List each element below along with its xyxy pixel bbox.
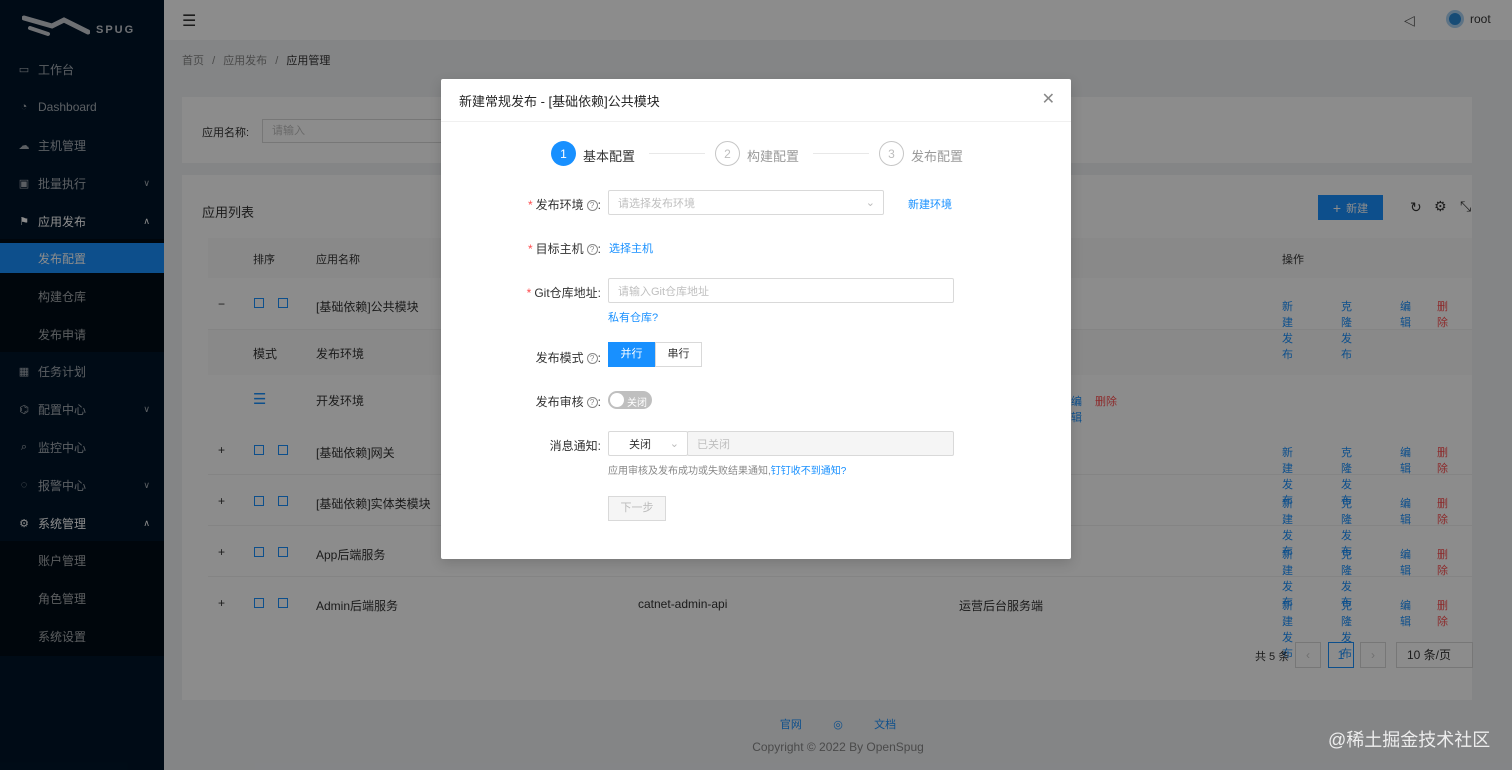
step-1-circle: 1 xyxy=(551,141,576,166)
env-select-placeholder: 请选择发布环境 xyxy=(618,197,695,210)
mode-parallel-radio[interactable]: 并行 xyxy=(608,342,655,367)
mode-serial-radio[interactable]: 串行 xyxy=(655,342,702,367)
step-2-circle: 2 xyxy=(715,141,740,166)
host-label: * 目标主机?: xyxy=(527,242,601,256)
close-icon[interactable]: ✕ xyxy=(1042,92,1055,108)
git-repo-input[interactable]: 请输入Git仓库地址 xyxy=(608,278,954,303)
review-label: 发布审核?: xyxy=(535,395,601,409)
chevron-down-icon: ⌄ xyxy=(865,197,875,209)
chevron-down-icon: ⌄ xyxy=(669,438,679,450)
new-publish-modal: 新建常规发布 - [基础依赖]公共模块 ✕ 1 基本配置 2 构建配置 3 发布… xyxy=(441,79,1071,559)
step-connector xyxy=(649,153,705,154)
notify-webhook-input[interactable]: 已关闭 xyxy=(687,431,954,456)
modal-title: 新建常规发布 - [基础依赖]公共模块 xyxy=(441,79,1071,122)
git-label: * Git仓库地址: xyxy=(526,286,601,300)
step-1-label: 基本配置 xyxy=(583,149,636,164)
required-mark: * xyxy=(527,242,533,256)
env-select[interactable]: 请选择发布环境 ⌄ xyxy=(608,190,884,215)
step-3-circle: 3 xyxy=(879,141,904,166)
git-label-text: Git仓库地址 xyxy=(534,286,598,300)
select-host-link[interactable]: 选择主机 xyxy=(609,240,653,256)
step-3-label: 发布配置 xyxy=(911,149,964,164)
help-icon[interactable]: ? xyxy=(586,353,598,365)
git-repo-placeholder: 请输入Git仓库地址 xyxy=(618,285,710,298)
next-button[interactable]: 下一步 xyxy=(608,496,666,521)
private-repo-link[interactable]: 私有仓库? xyxy=(608,309,658,325)
notify-type-select[interactable]: 关闭 ⌄ xyxy=(608,431,688,456)
required-mark: * xyxy=(526,286,532,300)
new-env-link[interactable]: 新建环境 xyxy=(908,196,952,212)
help-icon[interactable]: ? xyxy=(586,397,598,409)
required-mark: * xyxy=(527,198,533,212)
step-connector xyxy=(813,153,869,154)
notify-help-text: 应用审核及发布成功或失败结果通知,钉钉收不到通知? xyxy=(608,462,846,477)
dingtalk-help-link[interactable]: 钉钉收不到通知? xyxy=(771,466,847,477)
review-toggle[interactable]: 关闭 xyxy=(608,391,652,409)
help-icon[interactable]: ? xyxy=(586,244,598,256)
notify-help-label: 应用审核及发布成功或失败结果通知, xyxy=(608,466,771,477)
notify-type-value: 关闭 xyxy=(629,438,651,451)
toggle-knob xyxy=(610,393,624,407)
notify-webhook-placeholder: 已关闭 xyxy=(697,438,730,451)
mode-label-text: 发布模式 xyxy=(535,351,584,365)
env-label: * 发布环境?: xyxy=(527,198,601,212)
host-label-text: 目标主机 xyxy=(535,242,584,256)
help-icon[interactable]: ? xyxy=(586,200,598,212)
modal-title-text: 新建常规发布 - [基础依赖]公共模块 xyxy=(459,93,660,109)
notify-label: 消息通知: xyxy=(549,439,601,453)
mode-label: 发布模式?: xyxy=(535,351,601,365)
env-label-text: 发布环境 xyxy=(535,198,584,212)
review-label-text: 发布审核 xyxy=(535,395,584,409)
step-2-label: 构建配置 xyxy=(747,149,800,164)
watermark: @稀土掘金技术社区 xyxy=(1328,730,1491,750)
toggle-label: 关闭 xyxy=(627,398,647,409)
steps: 1 基本配置 2 构建配置 3 发布配置 xyxy=(551,141,971,167)
